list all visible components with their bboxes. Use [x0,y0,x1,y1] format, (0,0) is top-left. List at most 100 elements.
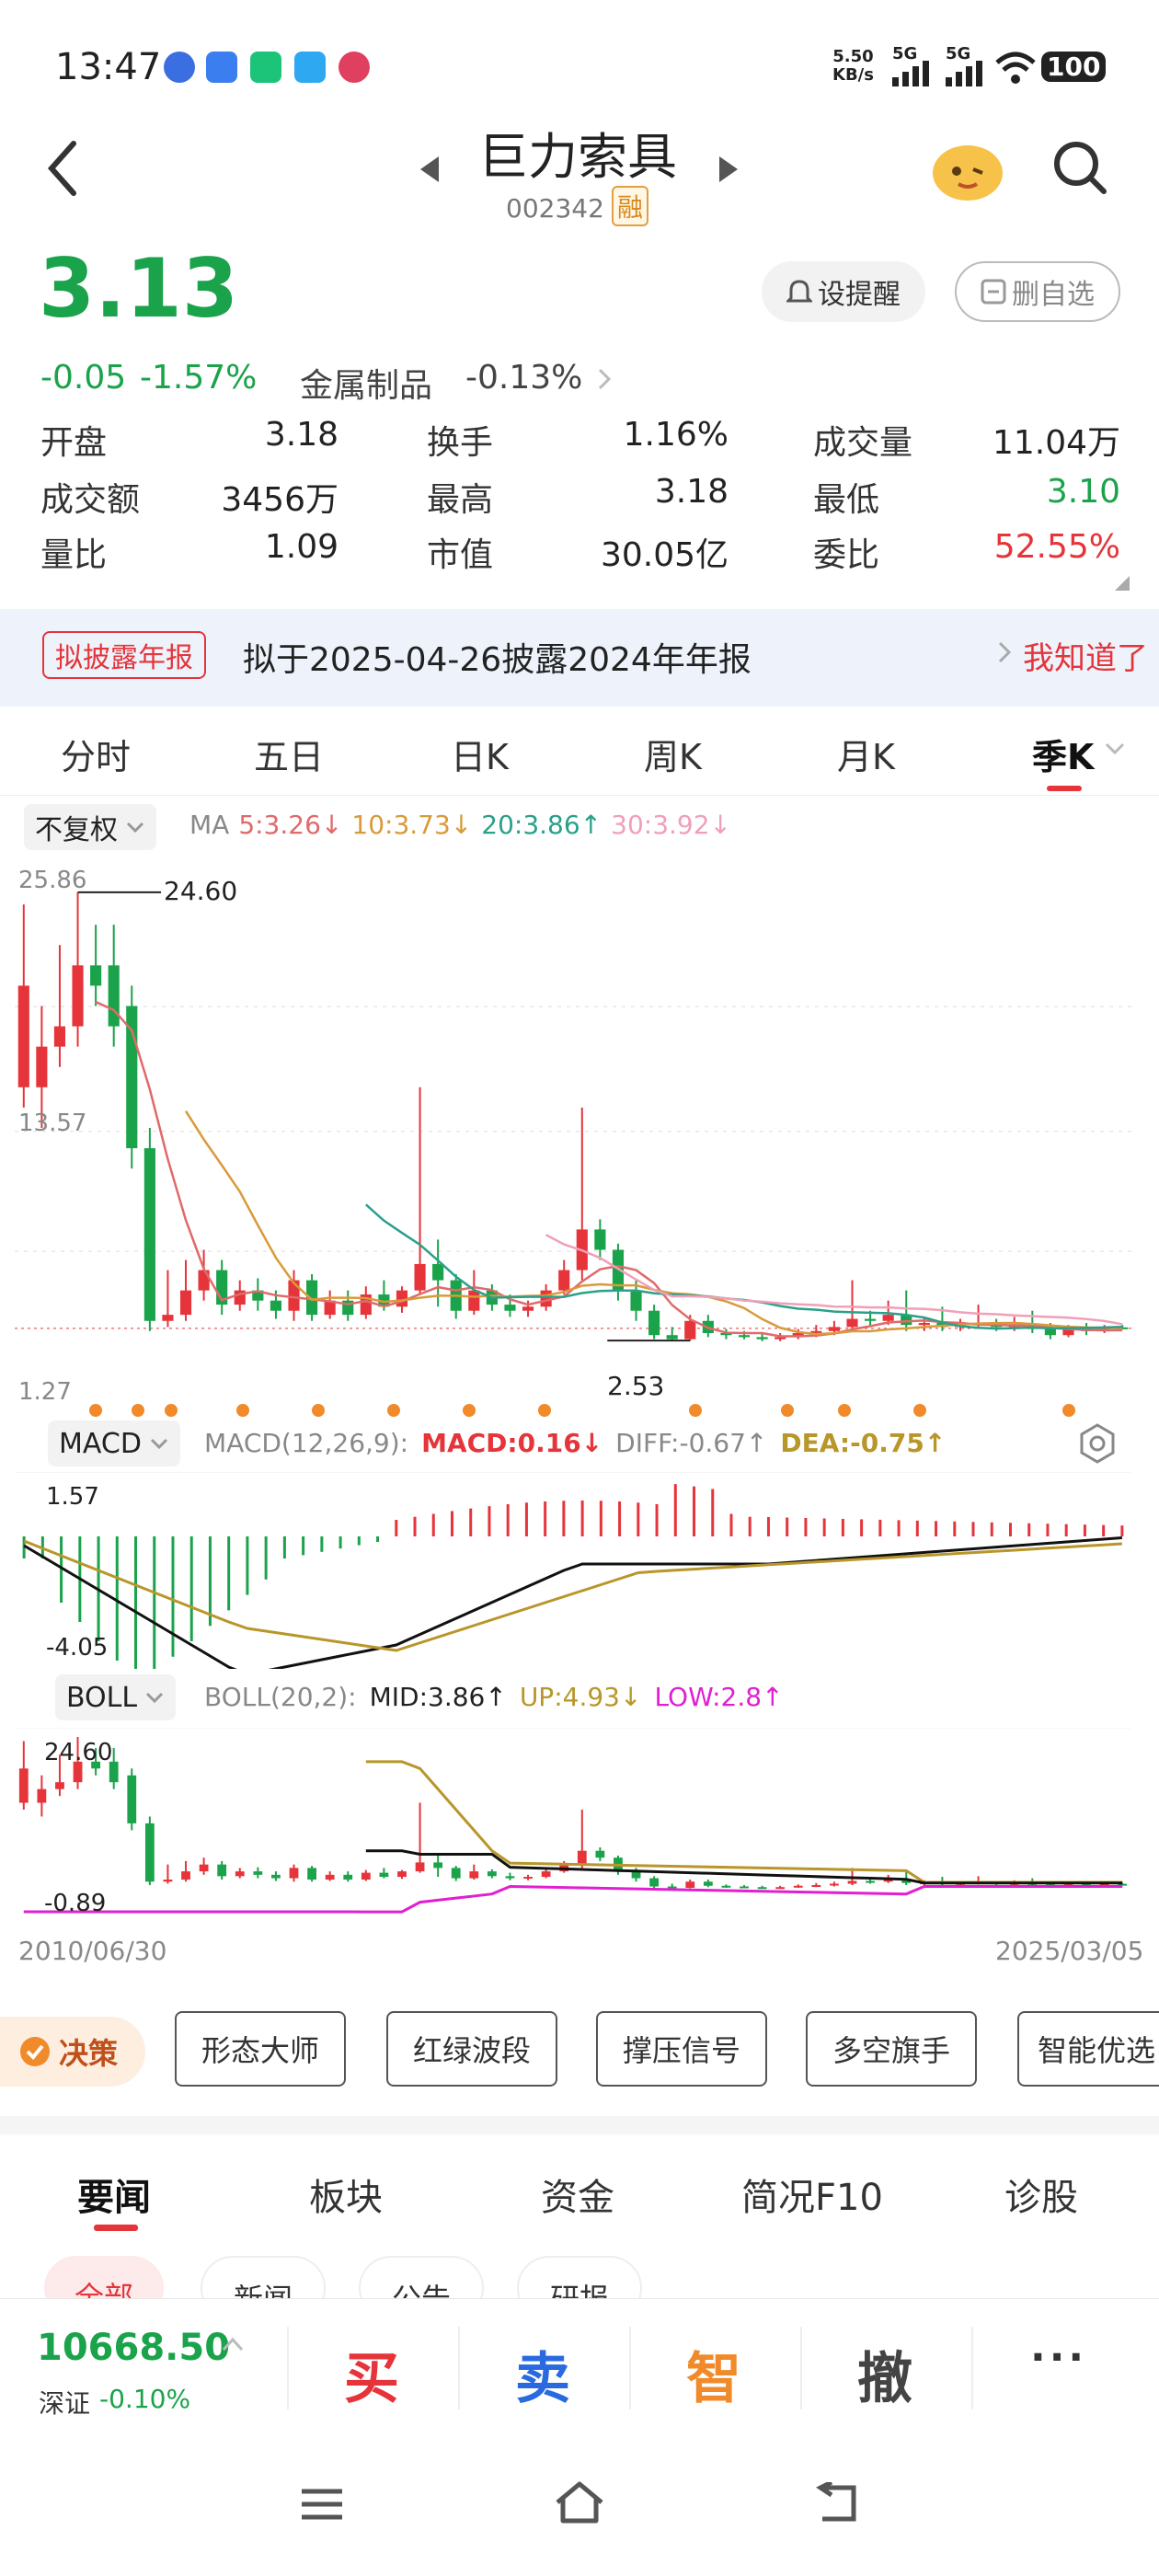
stat-value: 3.18 [264,416,339,454]
decision-icon [20,2037,50,2066]
candle-body [108,965,120,1027]
sector-name[interactable]: 金属制品 [300,359,432,407]
boll-candle-body [757,1887,767,1890]
candle-body [828,1327,840,1331]
candle-body [396,1290,408,1307]
index-value[interactable]: 10668.50 [37,2327,230,2369]
status-time: 13:47 [55,46,162,88]
news-tab-capital[interactable]: 资金 [541,2168,614,2221]
date-end: 2025/03/05 [995,1936,1144,1966]
signal-icon [892,61,929,86]
boll-candle-body [847,1880,857,1884]
tab-daily[interactable]: 日K [451,729,509,779]
tab-quarterly[interactable]: 季K [1032,729,1094,779]
news-tab-indicator [94,2225,138,2231]
news-tab-headlines[interactable]: 要闻 [77,2168,151,2221]
app-icon [339,52,370,83]
notice-text: 拟于2025-04-26披露2024年年报 [243,641,752,679]
price-change-pct: -1.57% [140,359,258,397]
news-tab-sector[interactable]: 板块 [309,2168,383,2221]
candle-body [414,1263,426,1291]
next-stock-icon[interactable] [717,155,740,184]
boll-candle-body [469,1871,479,1879]
cancel-order-button[interactable]: 撤 [857,2334,912,2414]
tool-support-resistance[interactable]: 撑压信号 [596,2011,767,2087]
subtab-all[interactable]: 全部 [44,2256,164,2298]
boll-candle-body [505,1876,515,1879]
candle-body [558,1270,570,1291]
stat-label: 成交量 [813,424,913,462]
subtab-news[interactable]: 新闻 [201,2256,326,2298]
tool-smart-select[interactable]: 智能优选 [1017,2011,1159,2087]
menu-icon[interactable] [300,2486,344,2523]
mascot-icon[interactable] [929,138,1006,202]
ma30-value: 30:3.92↓ [611,810,731,840]
low-marker-label: 2.53 [607,1371,665,1401]
chevron-down-icon[interactable] [1104,742,1126,756]
tab-weekly[interactable]: 周K [644,729,702,779]
candle-body [918,1322,930,1326]
boll-candle-body [541,1871,551,1878]
dea-line [23,1539,1122,1652]
stat-label: 量比 [40,536,108,574]
search-icon[interactable] [1050,138,1111,199]
candle-body [36,1046,48,1087]
chevron-up-icon[interactable] [221,2336,245,2352]
tab-intraday[interactable]: 分时 [61,729,131,779]
subtab-research[interactable]: 研报 [517,2256,642,2298]
news-tab-f10[interactable]: 简况F10 [741,2168,883,2221]
remove-favorite-button[interactable]: 删自选 [955,261,1120,322]
kline-chart[interactable] [0,856,1159,1426]
expand-corner-icon[interactable] [1113,574,1131,592]
boll-candle-body [199,1864,209,1872]
subtab-announcement[interactable]: 公告 [359,2256,484,2298]
boll-candle-body [18,1768,29,1803]
tool-bull-bear[interactable]: 多空旗手 [806,2011,977,2087]
divider [458,2327,460,2409]
stat-value: 3.10 [1046,473,1120,511]
prev-stock-icon[interactable] [419,155,441,184]
margin-badge: 融 [612,186,649,226]
home-icon[interactable] [552,2480,607,2526]
macd-selector[interactable]: MACD [48,1420,180,1466]
candle-body [504,1305,516,1311]
tab-5day[interactable]: 五日 [254,729,324,779]
event-dot [838,1404,851,1417]
net-speed: 5.50 KB/s [832,47,874,85]
chevron-right-icon[interactable] [596,366,613,392]
tab-monthly[interactable]: 月K [837,729,895,779]
boll-up-line [365,1760,1123,1884]
more-button[interactable]: ··· [1030,2334,1087,2381]
adjust-selector[interactable]: 不复权 [24,804,156,850]
boll-chart[interactable] [0,1728,1159,1921]
candle-body [1044,1328,1056,1336]
candle-body [684,1320,696,1340]
boll-selector[interactable]: BOLL [55,1674,177,1720]
sell-button[interactable]: 卖 [515,2334,570,2414]
buy-button[interactable]: 买 [344,2334,399,2414]
decision-button[interactable]: 决策 [0,2017,145,2087]
boll-candle-body [685,1881,695,1888]
back-nav-icon[interactable] [813,2482,861,2524]
back-icon[interactable] [44,138,81,199]
sector-change[interactable]: -0.13% [465,359,582,397]
candle-body [288,1280,300,1311]
smart-button[interactable]: 智 [686,2334,741,2414]
notice-dismiss-button[interactable]: 我知道了 [1023,633,1148,678]
stat-value: 3456万 [221,481,339,519]
candle-body [666,1335,678,1340]
stat-value: 1.16% [623,416,729,454]
macd-chart[interactable] [0,1472,1159,1669]
boll-candle-body [667,1886,677,1889]
price-change: -0.05 [40,359,127,397]
macd-params: MACD(12,26,9): [204,1428,409,1458]
boll-candle-body [181,1871,190,1880]
event-dot [312,1404,325,1417]
tool-pattern-master[interactable]: 形态大师 [175,2011,346,2087]
boll-candle-body [271,1874,281,1879]
news-tab-diagnosis[interactable]: 诊股 [1004,2168,1078,2221]
settings-icon[interactable] [1076,1422,1119,1465]
boll-candle-body [721,1885,731,1888]
set-alert-button[interactable]: 设提醒 [762,261,925,322]
tool-red-green-band[interactable]: 红绿波段 [386,2011,557,2087]
